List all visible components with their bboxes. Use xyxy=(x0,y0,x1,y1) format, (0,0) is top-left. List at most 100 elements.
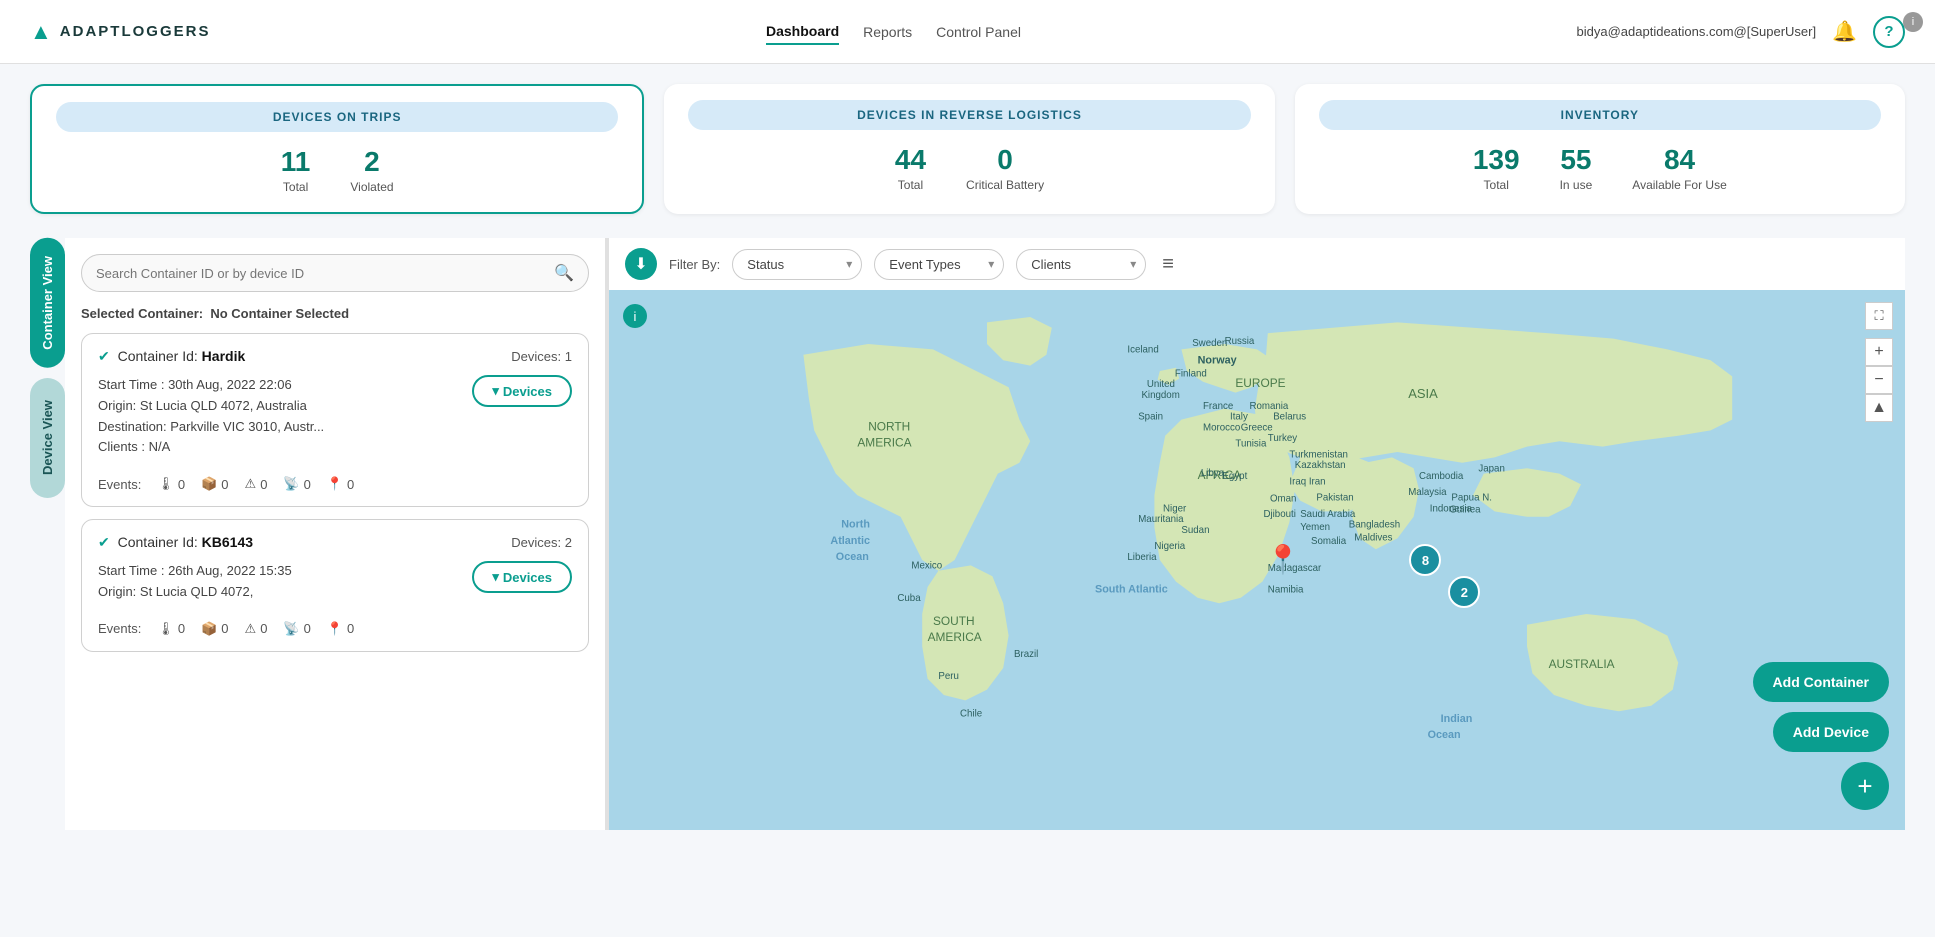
help-button[interactable]: ? xyxy=(1873,16,1905,48)
nav-reports[interactable]: Reports xyxy=(863,20,912,44)
check-icon-2: ✔ xyxy=(98,534,110,550)
event-warning-1: ⚠ 0 xyxy=(245,476,268,492)
devices-count-1: Devices: 1 xyxy=(511,349,572,364)
zoom-out-button[interactable]: − xyxy=(1865,366,1893,394)
svg-text:Belarus: Belarus xyxy=(1273,412,1306,423)
stat-card-title-inventory: INVENTORY xyxy=(1319,100,1881,130)
map-section: ⬇ Filter By: Status Active Inactive ▾ Ev… xyxy=(609,238,1905,830)
info-icon[interactable]: i xyxy=(1903,12,1923,32)
fab-plus-button[interactable]: + xyxy=(1841,762,1889,810)
events-row-1: Events: 🌡 0 📦 0 ⚠ 0 📡 0 📍 0 xyxy=(98,476,572,492)
stat-total-reverse-number: 44 xyxy=(895,144,926,176)
container-list: ✔ Container Id: Hardik Devices: 1 Start … xyxy=(81,333,589,664)
svg-text:Chile: Chile xyxy=(960,709,982,720)
stat-total-trips: 11 Total xyxy=(281,146,311,196)
svg-text:Bangladesh: Bangladesh xyxy=(1349,520,1400,531)
start-time-2: Start Time : 26th Aug, 2022 15:35 xyxy=(98,561,292,582)
stat-card-reverse: DEVICES IN REVERSE LOGISTICS 44 Total 0 … xyxy=(664,84,1274,214)
svg-text:Indian: Indian xyxy=(1441,713,1473,725)
add-container-button[interactable]: Add Container xyxy=(1753,662,1889,702)
events-label-1: Events: xyxy=(98,477,141,492)
menu-icon[interactable]: ≡ xyxy=(1162,253,1174,276)
stat-inuse-inventory: 55 In use xyxy=(1560,144,1593,194)
nav-dashboard[interactable]: Dashboard xyxy=(766,19,839,45)
clients-1: Clients : N/A xyxy=(98,437,324,458)
download-button[interactable]: ⬇ xyxy=(625,248,657,280)
container-card-header-1: ✔ Container Id: Hardik Devices: 1 xyxy=(98,348,572,365)
filter-status-wrapper: Status Active Inactive ▾ xyxy=(732,249,862,280)
origin-2: Origin: St Lucia QLD 4072, xyxy=(98,582,292,603)
svg-text:Sudan: Sudan xyxy=(1181,525,1209,536)
map-info-icon[interactable]: i xyxy=(623,304,647,328)
nav-control-panel[interactable]: Control Panel xyxy=(936,20,1021,44)
nav: Dashboard Reports Control Panel xyxy=(766,19,1021,45)
stat-values-reverse: 44 Total 0 Critical Battery xyxy=(688,144,1250,194)
recenter-button[interactable]: ▲ xyxy=(1865,394,1893,422)
left-panel: 🔍 Selected Container: No Container Selec… xyxy=(65,238,605,830)
chevron-down-icon-2: ▾ xyxy=(492,569,499,585)
stat-critical-battery: 0 Critical Battery xyxy=(966,144,1044,194)
svg-text:AMERICA: AMERICA xyxy=(928,630,982,644)
svg-text:Iceland: Iceland xyxy=(1127,345,1158,356)
svg-text:Niger: Niger xyxy=(1163,503,1187,514)
stat-critical-battery-label: Critical Battery xyxy=(966,178,1044,192)
svg-text:France: France xyxy=(1203,401,1233,412)
container-id-name-1: Hardik xyxy=(202,348,246,364)
search-input[interactable] xyxy=(96,266,554,281)
svg-text:Spain: Spain xyxy=(1138,412,1163,423)
container-card-hardik: ✔ Container Id: Hardik Devices: 1 Start … xyxy=(81,333,589,507)
filter-event-types-wrapper: Event Types Temperature Location ▾ xyxy=(874,249,1004,280)
svg-text:Mauritania: Mauritania xyxy=(1138,514,1184,525)
filter-event-types-select[interactable]: Event Types Temperature Location xyxy=(874,249,1004,280)
tab-device-view[interactable]: Device View xyxy=(30,378,65,498)
add-device-button[interactable]: Add Device xyxy=(1773,712,1889,752)
stat-total-inventory-number: 139 xyxy=(1473,144,1520,176)
event-temp-2: 🌡 0 xyxy=(157,621,185,637)
expand-map-button[interactable]: ⛶ xyxy=(1865,302,1893,330)
chevron-down-icon: ▾ xyxy=(492,383,499,399)
svg-text:Atlantic: Atlantic xyxy=(830,535,870,547)
svg-text:Sweden: Sweden xyxy=(1192,338,1227,349)
map-pin-africa[interactable]: 📍 xyxy=(1265,543,1300,576)
origin-1: Origin: St Lucia QLD 4072, Australia xyxy=(98,396,324,417)
container-id-1: ✔ Container Id: Hardik xyxy=(98,348,245,365)
svg-text:Malaysia: Malaysia xyxy=(1408,487,1447,498)
svg-text:United: United xyxy=(1147,379,1175,390)
svg-text:AUSTRALIA: AUSTRALIA xyxy=(1549,657,1615,671)
map-container[interactable]: NORTH AMERICA SOUTH AMERICA ASIA AFRICA … xyxy=(609,290,1905,830)
svg-text:Italy: Italy xyxy=(1230,412,1248,423)
container-card-header-2: ✔ Container Id: KB6143 Devices: 2 xyxy=(98,534,572,551)
svg-text:Papua N.: Papua N. xyxy=(1451,493,1492,504)
fab-container: Add Container Add Device + xyxy=(1753,662,1889,810)
svg-text:Greece: Greece xyxy=(1241,422,1273,433)
selected-container-prefix: Selected Container: xyxy=(81,306,203,321)
devices-button-2[interactable]: ▾ Devices xyxy=(472,561,572,593)
map-controls: ⛶ + − ▲ xyxy=(1865,302,1893,422)
svg-text:Namibia: Namibia xyxy=(1268,584,1304,595)
filter-status-select[interactable]: Status Active Inactive xyxy=(732,249,862,280)
stat-critical-battery-number: 0 xyxy=(966,144,1044,176)
container-card-kb6143: ✔ Container Id: KB6143 Devices: 2 Start … xyxy=(81,519,589,652)
container-info-1: Start Time : 30th Aug, 2022 22:06 Origin… xyxy=(98,375,324,458)
map-cluster-8[interactable]: 8 xyxy=(1409,544,1441,576)
devices-button-1[interactable]: ▾ Devices xyxy=(472,375,572,407)
svg-text:Egypt: Egypt xyxy=(1222,471,1247,482)
svg-text:Yemen: Yemen xyxy=(1300,522,1330,533)
svg-text:Turkey: Turkey xyxy=(1268,433,1297,444)
stat-total-trips-number: 11 xyxy=(281,146,311,178)
svg-text:Peru: Peru xyxy=(938,671,959,682)
zoom-in-button[interactable]: + xyxy=(1865,338,1893,366)
svg-text:Morocco: Morocco xyxy=(1203,422,1240,433)
svg-text:Ocean: Ocean xyxy=(1428,729,1461,741)
stat-values-trips: 11 Total 2 Violated xyxy=(56,146,618,196)
filter-clients-select[interactable]: Clients Client A Client B xyxy=(1016,249,1146,280)
stat-card-title-trips: DEVICES ON TRIPS xyxy=(56,102,618,132)
container-id-2: ✔ Container Id: KB6143 xyxy=(98,534,253,551)
search-bar: 🔍 xyxy=(81,254,589,292)
map-cluster-2[interactable]: 2 xyxy=(1448,576,1480,608)
svg-text:Maldives: Maldives xyxy=(1354,533,1392,544)
svg-text:EUROPE: EUROPE xyxy=(1235,376,1285,390)
tab-container-view[interactable]: Container View xyxy=(30,238,65,368)
event-warning-2: ⚠ 0 xyxy=(245,621,268,637)
bell-icon[interactable]: 🔔 xyxy=(1832,19,1857,44)
